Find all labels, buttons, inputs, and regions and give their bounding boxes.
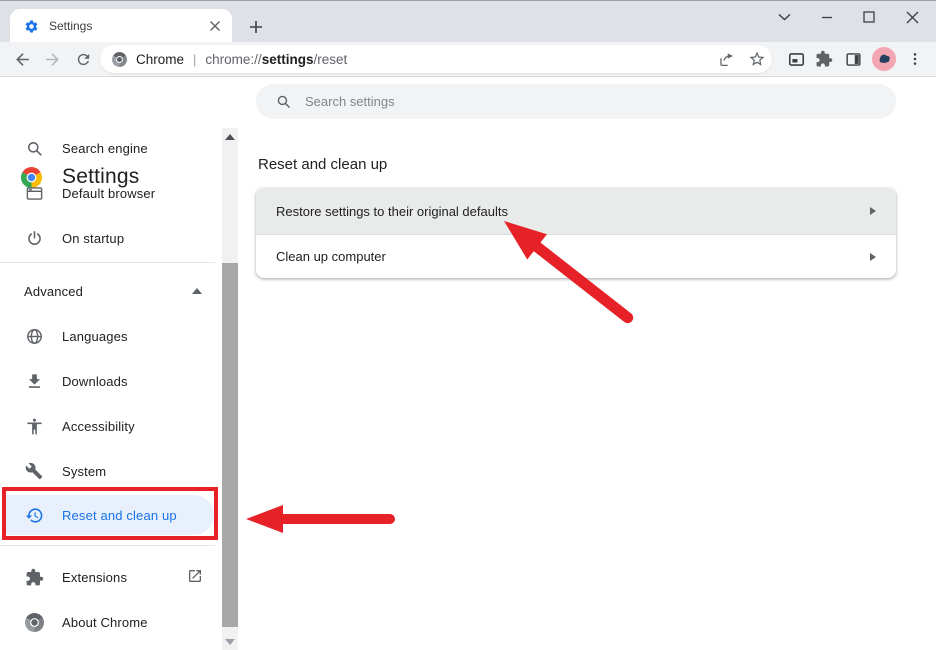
sidebar-divider (0, 545, 215, 546)
reset-card: Restore settings to their original defau… (256, 188, 896, 278)
sidebar-item-system[interactable]: System (0, 451, 214, 491)
share-icon[interactable] (715, 47, 739, 71)
sidebar-scrollbar[interactable] (222, 128, 238, 650)
sidebar-divider (0, 262, 215, 263)
chevron-right-icon (870, 207, 876, 215)
chevron-up-icon (192, 288, 202, 294)
reload-icon[interactable] (71, 47, 95, 71)
puzzle-icon (24, 567, 44, 587)
settings-page: Settings Search engine Default browser O… (0, 77, 936, 650)
url-path: /reset (313, 52, 347, 67)
site-label: Chrome (136, 52, 184, 67)
back-arrow-icon[interactable] (10, 47, 34, 71)
address-bar[interactable]: Chrome | chrome:// settings /reset (100, 45, 772, 73)
sidebar-item-default-browser[interactable]: Default browser (0, 173, 214, 213)
globe-icon (24, 326, 44, 346)
sidebar-item-label: About Chrome (62, 615, 148, 630)
sidebar-item-about-chrome[interactable]: About Chrome (0, 602, 214, 642)
sidebar-advanced-toggle[interactable]: Advanced (0, 271, 214, 311)
tab-title: Settings (49, 19, 206, 33)
sidebar-item-extensions[interactable]: Extensions (0, 557, 214, 597)
new-tab-plus-icon[interactable] (243, 14, 269, 40)
search-input[interactable] (305, 94, 825, 109)
sidebar-item-label: Accessibility (62, 419, 135, 434)
row-restore-settings[interactable]: Restore settings to their original defau… (256, 188, 896, 234)
maximize-icon[interactable] (849, 3, 889, 31)
wrench-icon (24, 461, 44, 481)
row-label: Clean up computer (276, 249, 386, 264)
scroll-up-icon[interactable] (225, 134, 235, 140)
download-icon (24, 371, 44, 391)
bookmark-star-icon[interactable] (745, 47, 769, 71)
scrollbar-thumb[interactable] (222, 263, 238, 627)
close-icon[interactable] (206, 17, 224, 35)
chevron-right-icon (870, 253, 876, 261)
minimize-icon[interactable] (807, 3, 847, 31)
url-scheme: chrome:// (205, 52, 261, 67)
sidebar-item-label: Default browser (62, 186, 155, 201)
forward-arrow-icon[interactable] (40, 47, 64, 71)
sidebar-item-label: Reset and clean up (62, 508, 177, 523)
section-title: Reset and clean up (258, 156, 387, 173)
sidebar-item-languages[interactable]: Languages (0, 316, 214, 356)
external-link-icon (187, 568, 203, 584)
settings-search[interactable] (256, 84, 896, 119)
browser-window-icon (24, 183, 44, 203)
sidebar-item-label: Extensions (62, 570, 127, 585)
url-text: Chrome | chrome:// settings /reset (136, 52, 347, 67)
row-label: Restore settings to their original defau… (276, 204, 508, 219)
profile-avatar[interactable] (872, 47, 896, 71)
tab-settings[interactable]: Settings (10, 9, 232, 43)
sidebar-item-label: Languages (62, 329, 128, 344)
browser-window: Settings (0, 0, 936, 650)
sidebar-item-label: Downloads (62, 374, 128, 389)
url-separator: | (184, 52, 205, 67)
history-icon (24, 505, 44, 525)
chrome-logo-gray-icon (112, 52, 127, 67)
sidebar-item-reset-and-clean-up[interactable]: Reset and clean up (4, 495, 214, 535)
settings-gear-icon (24, 19, 39, 34)
picture-in-picture-icon[interactable] (784, 47, 808, 71)
sidebar-item-accessibility[interactable]: Accessibility (0, 406, 214, 446)
three-dot-menu-icon[interactable] (903, 47, 927, 71)
extensions-puzzle-icon[interactable] (812, 47, 836, 71)
advanced-label: Advanced (24, 284, 83, 299)
power-icon (24, 228, 44, 248)
scroll-down-icon[interactable] (225, 639, 235, 645)
search-icon (275, 93, 292, 110)
chevron-down-icon[interactable] (764, 3, 804, 31)
close-icon[interactable] (892, 3, 932, 31)
url-host: settings (262, 52, 314, 67)
sidebar-item-search-engine[interactable]: Search engine (0, 128, 214, 168)
sidebar-item-label: System (62, 464, 106, 479)
sidebar-item-label: On startup (62, 231, 124, 246)
sidebar-item-downloads[interactable]: Downloads (0, 361, 214, 401)
tab-strip: Settings (0, 0, 936, 42)
chrome-logo-gray-icon (24, 612, 44, 632)
side-panel-icon[interactable] (841, 47, 865, 71)
search-icon (24, 138, 44, 158)
accessibility-icon (24, 416, 44, 436)
sidebar-item-label: Search engine (62, 141, 148, 156)
row-clean-up-computer[interactable]: Clean up computer (256, 234, 896, 278)
sidebar-item-on-startup[interactable]: On startup (0, 218, 214, 258)
